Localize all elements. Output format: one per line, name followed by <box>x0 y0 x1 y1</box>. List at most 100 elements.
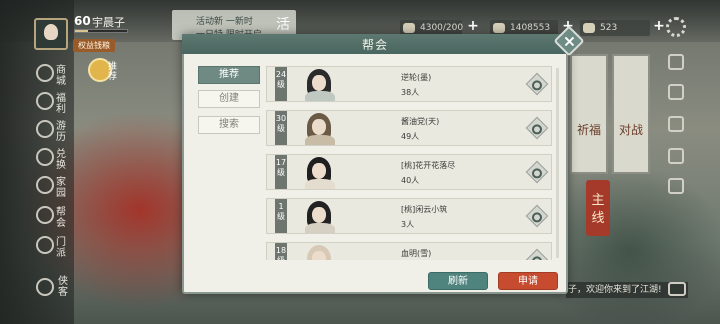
magnifier-icon[interactable] <box>525 204 549 228</box>
refresh-button[interactable]: 刷新 <box>428 272 488 290</box>
guild-icon <box>36 206 54 224</box>
guild-name: [桃]花开花落尽 <box>401 161 456 170</box>
pray-card[interactable]: 祈福 <box>570 54 608 174</box>
menu-welfare[interactable]: 福利 <box>34 90 74 116</box>
dialog-header: 帮会 <box>182 34 568 54</box>
player-avatar[interactable] <box>34 18 68 50</box>
xp-bar-fill <box>75 30 88 32</box>
home-icon <box>36 176 54 194</box>
portrait-body <box>305 179 335 189</box>
guild-row[interactable]: 17 级 [桃]花开花落尽 40人 <box>266 154 552 190</box>
tour-icon <box>36 120 54 138</box>
settings-gear-icon[interactable] <box>666 17 686 37</box>
guild-leader-portrait <box>295 111 345 145</box>
guild-row[interactable]: 24 级 逆轮(墨) 38人 <box>266 66 552 102</box>
guild-level-number: 24 <box>275 70 287 79</box>
portrait-face <box>312 251 326 260</box>
hero-button[interactable]: 侠客 <box>36 274 72 302</box>
apply-button[interactable]: 申请 <box>498 272 558 290</box>
menu-sect[interactable]: 门派 <box>34 234 74 260</box>
portrait-face <box>312 163 326 179</box>
guild-member-count: 3人 <box>401 220 415 229</box>
menu-tour[interactable]: 游历 <box>34 118 74 144</box>
silver-ingot-icon <box>403 23 415 33</box>
main-quest-button[interactable]: 主线 <box>586 180 610 236</box>
guild-level-badge: 1级 <box>275 199 287 233</box>
menu-exchange-label: 兑换 <box>56 149 66 171</box>
tasks-icon[interactable] <box>668 116 684 132</box>
portrait-body <box>305 223 335 233</box>
hero-label: 侠客 <box>58 276 68 298</box>
resource-silver-value: 4300/200 <box>420 23 464 33</box>
guild-level-number: 18 <box>275 246 287 255</box>
sect-icon <box>36 236 54 254</box>
magnifier-icon[interactable] <box>525 72 549 96</box>
menu-sect-label: 门派 <box>56 237 66 259</box>
scroll-icon[interactable] <box>668 54 684 70</box>
guild-level-unit: 级 <box>277 168 285 177</box>
guild-level-badge: 24 级 <box>275 67 287 101</box>
copper-coin-icon <box>493 23 505 33</box>
menu-welfare-label: 福利 <box>56 93 66 115</box>
portrait-face <box>312 75 326 91</box>
resource-jade-value: 523 <box>600 23 618 33</box>
menu-tour-label: 游历 <box>56 121 66 143</box>
guild-leader-portrait <box>295 199 345 233</box>
xp-bar <box>74 29 128 33</box>
guild-name: 逆轮(墨) <box>401 73 432 82</box>
portrait-face <box>312 119 326 135</box>
tab-recommend[interactable]: 推荐 <box>198 66 260 84</box>
event-line-1: 活动新 一新时 <box>196 17 253 27</box>
menu-guild[interactable]: 帮会 <box>34 204 74 230</box>
add-silver-button[interactable]: + <box>466 19 480 34</box>
magnifier-icon[interactable] <box>525 116 549 140</box>
exchange-icon <box>36 148 54 166</box>
guild-name: 血明(雪) <box>401 249 432 258</box>
guild-level-badge: 30 级 <box>275 111 287 145</box>
menu-shop[interactable]: 商城 <box>34 62 74 88</box>
magnifier-icon[interactable] <box>525 248 549 260</box>
battle-card-label: 对战 <box>618 123 643 137</box>
guild-level-unit: 级 <box>275 256 287 260</box>
guild-level-number: 1 <box>278 202 284 211</box>
chat-icon[interactable] <box>668 282 686 296</box>
menu-home-label: 家园 <box>56 177 66 199</box>
checklist-icon[interactable] <box>668 148 684 164</box>
guild-list[interactable]: 24 级逆轮(墨) 38人 30 级酱油党(天) 49人 17 级 [桃]花开花落尽 40人 1 级[… <box>266 66 554 260</box>
guild-leader-portrait <box>295 155 345 189</box>
guild-member-count: 49人 <box>401 132 420 141</box>
resource-copper-value: 1408553 <box>510 23 551 33</box>
menu-guild-label: 帮会 <box>56 207 66 229</box>
vip-badge[interactable]: 权益钱粮 <box>73 39 115 52</box>
guild-level-unit: 级 <box>277 212 285 221</box>
guild-level-number: 17 <box>275 158 287 167</box>
bag-icon[interactable] <box>668 84 684 100</box>
guild-row[interactable]: 18级 血明(雪) <box>266 242 552 260</box>
add-jade-button[interactable]: + <box>652 19 666 34</box>
welfare-icon <box>36 92 54 110</box>
recommend-label: 推荐 <box>108 62 118 82</box>
menu-exchange[interactable]: 兑换 <box>34 146 74 172</box>
close-icon: × <box>562 31 577 51</box>
player-name: 宇晨子 <box>92 16 125 29</box>
guild-name: [桃]闲云小筑 <box>401 205 448 214</box>
guild-leader-portrait <box>295 243 345 260</box>
menu-home[interactable]: 家园 <box>34 174 74 200</box>
tab-create[interactable]: 创建 <box>198 90 260 108</box>
guild-member-count: 40人 <box>401 176 420 185</box>
hero-icon <box>36 278 54 296</box>
resource-jade: 523 <box>580 20 650 36</box>
guild-leader-portrait <box>295 67 345 101</box>
pray-card-label: 祈福 <box>576 123 601 137</box>
magnifier-icon[interactable] <box>525 160 549 184</box>
battle-card[interactable]: 对战 <box>612 54 650 174</box>
guild-row[interactable]: 30 级 酱油党(天) 49人 <box>266 110 552 146</box>
guild-row[interactable]: 1 级 [桃]闲云小筑 3人 <box>266 198 552 234</box>
menu-shop-label: 商城 <box>56 65 66 87</box>
guild-member-count: 38人 <box>401 88 420 97</box>
tab-search[interactable]: 搜索 <box>198 116 260 134</box>
book-icon[interactable] <box>668 178 684 194</box>
shop-icon <box>36 64 54 82</box>
portrait-body <box>305 135 335 145</box>
guild-list-scrollbar[interactable] <box>556 68 559 258</box>
